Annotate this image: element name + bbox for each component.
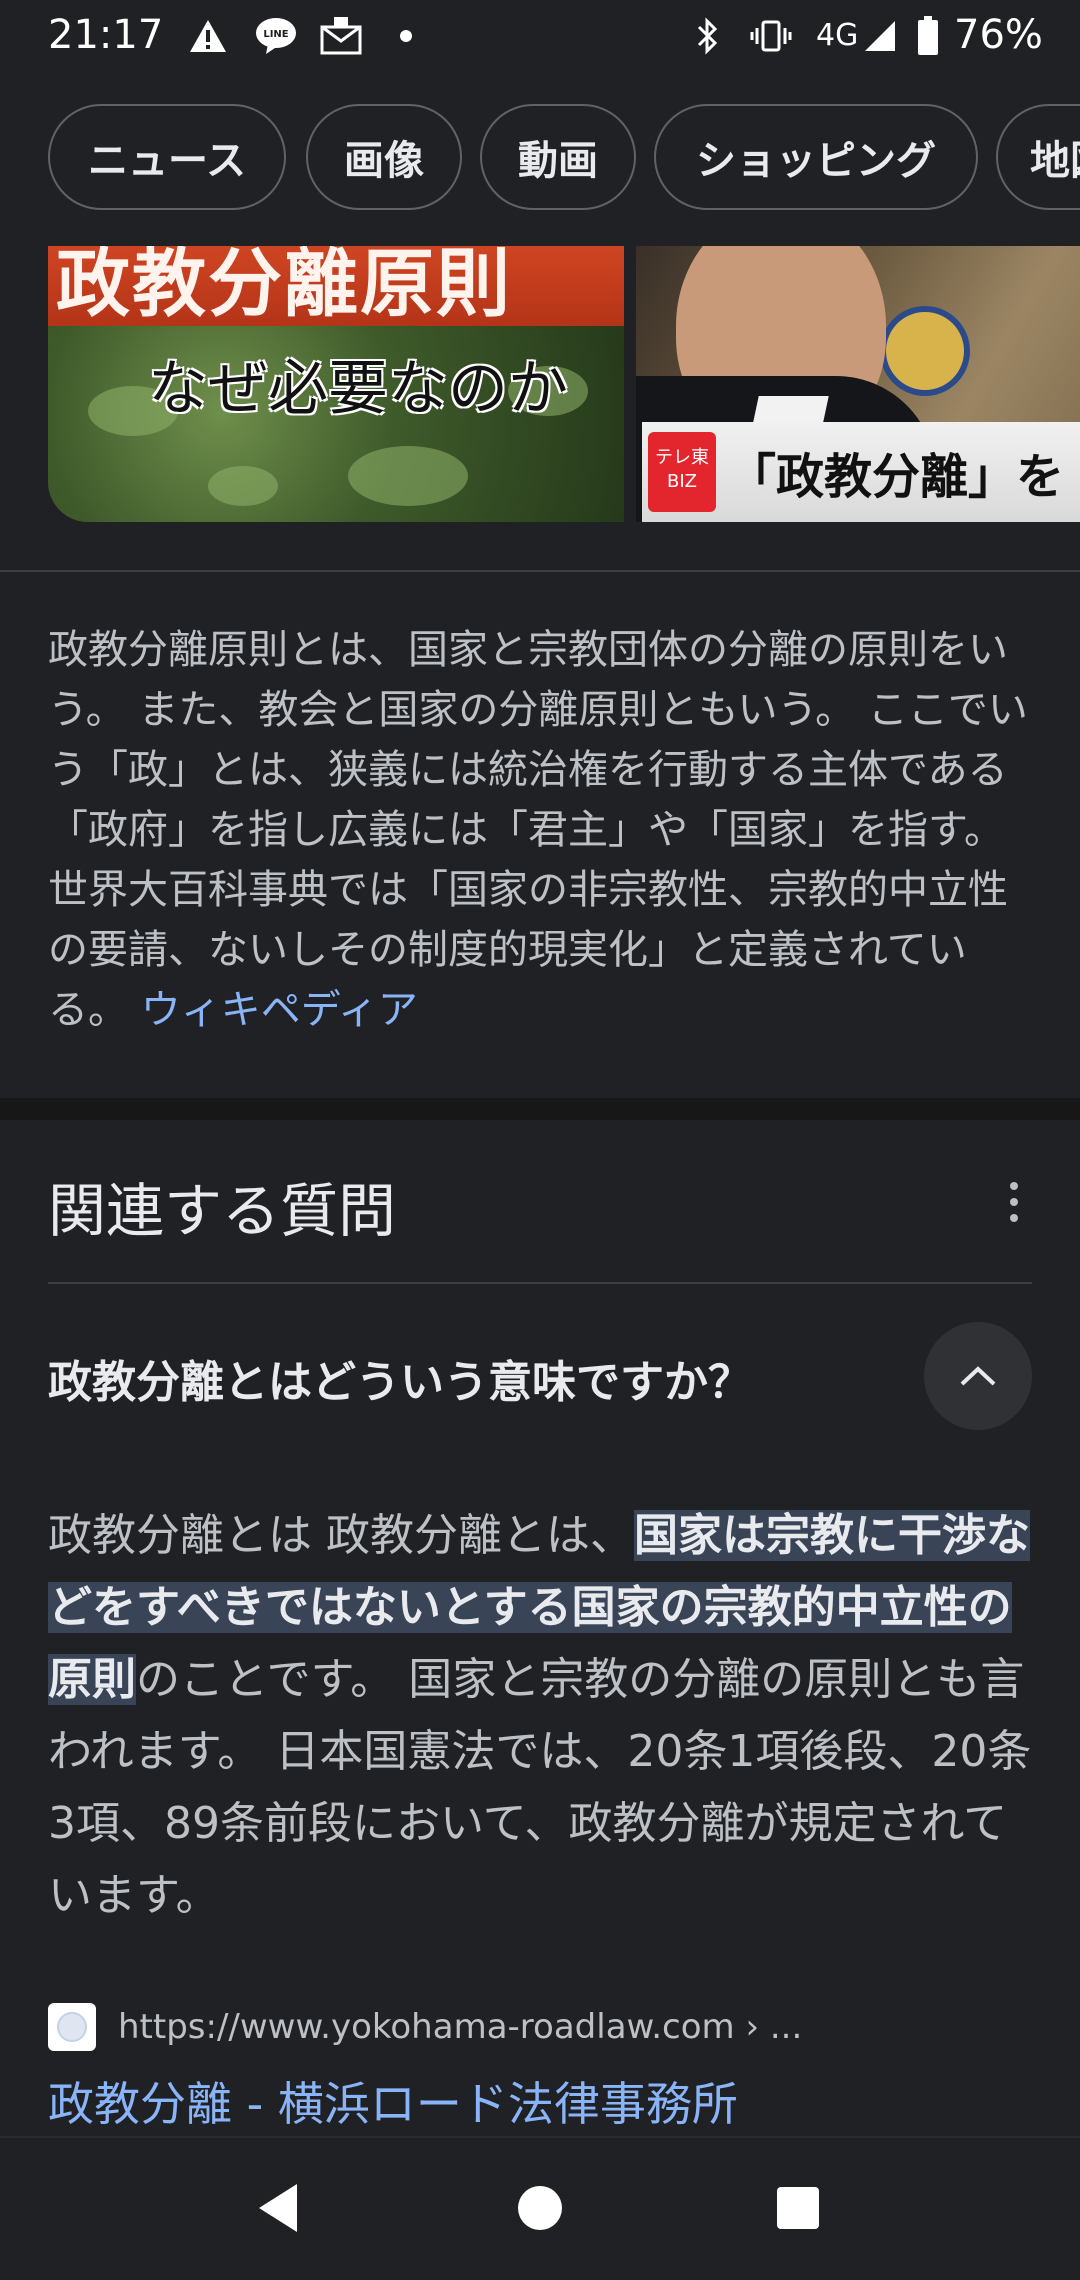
collapse-button[interactable] bbox=[924, 1322, 1032, 1430]
battery-icon bbox=[914, 14, 942, 58]
wikipedia-link[interactable]: ウィキペディア bbox=[141, 987, 418, 1033]
description-text: 政教分離原則とは、国家と宗教団体の分離の原則をいう。 また、教会と国家の分離原則… bbox=[48, 627, 1028, 1033]
vibrate-icon bbox=[748, 14, 794, 58]
battery-percent: 76% bbox=[954, 12, 1043, 58]
signal-icon bbox=[862, 14, 898, 58]
source-title-link[interactable]: 政教分離 - 横浜ロード法律事務所 bbox=[48, 2068, 738, 2134]
section-divider bbox=[0, 570, 1080, 572]
home-icon[interactable] bbox=[510, 2178, 570, 2238]
image-caption: テレ東 BIZ 「政教分離」を bbox=[642, 422, 1080, 522]
chip-images[interactable]: 画像 bbox=[306, 104, 462, 210]
status-bar: 21:17 LINE 4G 76% bbox=[0, 0, 1080, 74]
tvtokyo-biz-logo: テレ東 BIZ bbox=[648, 432, 716, 512]
related-questions-title: 関連する質問 bbox=[48, 1177, 397, 1245]
related-answer: 政教分離とは 政教分離とは、国家は宗教に干渉などをすべきではないとする国家の宗教… bbox=[48, 1500, 1038, 1932]
section-gap bbox=[0, 1098, 1080, 1120]
svg-text:LINE: LINE bbox=[263, 29, 288, 40]
source-row[interactable]: https://www.yokohama-roadlaw.com › ... bbox=[48, 2002, 802, 2052]
dot-icon bbox=[396, 14, 416, 58]
chip-news[interactable]: ニュース bbox=[48, 104, 286, 210]
recents-icon[interactable] bbox=[768, 2178, 828, 2238]
knowledge-description: 政教分離原則とは、国家と宗教団体の分離の原則をいう。 また、教会と国家の分離原則… bbox=[48, 620, 1038, 1040]
system-navigation-bar bbox=[0, 2136, 1080, 2280]
status-time: 21:17 bbox=[48, 12, 164, 58]
image-result-2[interactable]: テレ東 BIZ 「政教分離」を bbox=[636, 246, 1080, 522]
chevron-up-icon bbox=[960, 1366, 996, 1386]
bluetooth-icon bbox=[692, 14, 722, 58]
back-icon[interactable] bbox=[248, 2178, 308, 2238]
network-type: 4G bbox=[816, 18, 859, 53]
line-app-icon: LINE bbox=[252, 14, 300, 58]
search-results-page: 21:17 LINE 4G 76% ニュース 画像 動画 ショッピング 地 政教… bbox=[0, 0, 1080, 2280]
source-url: https://www.yokohama-roadlaw.com › ... bbox=[118, 2007, 803, 2047]
related-question[interactable]: 政教分離とはどういう意味ですか？ bbox=[48, 1346, 752, 1410]
chip-maps[interactable]: 地図 bbox=[996, 104, 1080, 210]
answer-suffix: のことです。 国家と宗教の分離の原則とも言われます。 日本国憲法では、20条1項… bbox=[48, 1654, 1032, 1921]
image-title-text: 政教分離原則 bbox=[56, 246, 512, 327]
image-results-strip: 政教分離原則 なぜ必要なのか テレ東 BIZ 「政教分離」を bbox=[0, 246, 1080, 522]
chip-shopping[interactable]: ショッピング bbox=[654, 104, 978, 210]
search-filter-chips: ニュース 画像 動画 ショッピング 地図 bbox=[0, 74, 1080, 246]
chip-videos[interactable]: 動画 bbox=[480, 104, 636, 210]
site-favicon-icon bbox=[48, 2003, 96, 2051]
image-caption-text: 「政教分離」を bbox=[728, 449, 1065, 505]
more-options-icon[interactable] bbox=[1000, 1176, 1028, 1226]
answer-prefix: 政教分離とは 政教分離とは、 bbox=[48, 1510, 634, 1561]
image-subtitle-text: なぜ必要なのか bbox=[148, 354, 568, 424]
mail-icon bbox=[318, 14, 364, 58]
warning-icon bbox=[186, 14, 230, 58]
image-result-1[interactable]: 政教分離原則 なぜ必要なのか bbox=[48, 246, 624, 522]
related-divider bbox=[48, 1282, 1032, 1284]
